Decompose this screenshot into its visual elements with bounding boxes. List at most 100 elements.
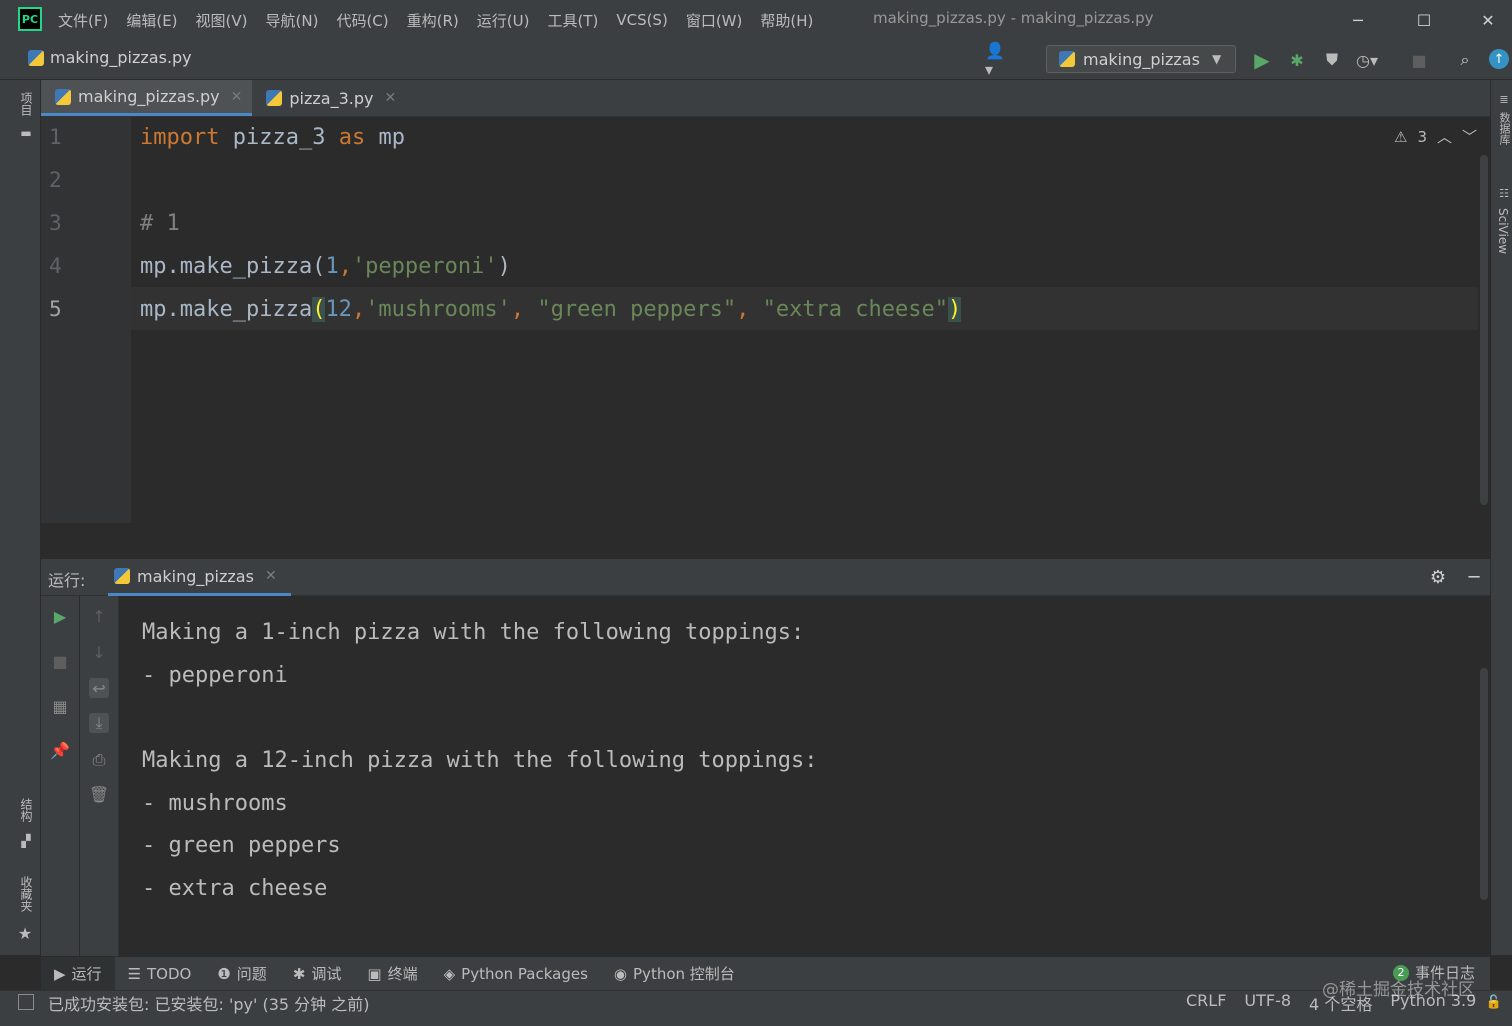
watermark: @稀土掘金技术社区 [1322, 980, 1475, 1000]
pin-icon[interactable]: 📌 [50, 740, 70, 760]
console-line: - extra cheese [142, 876, 328, 901]
hide-panel-icon[interactable]: ─ [1463, 566, 1485, 588]
info-icon: ❶ [217, 964, 231, 983]
rerun-icon[interactable]: ▶ [50, 606, 70, 626]
project-tool-button[interactable]: 项目 [18, 92, 35, 116]
coverage-icon[interactable]: ⛊ [1321, 49, 1343, 71]
pycharm-logo-icon: PC [18, 7, 42, 31]
star-icon: ★ [17, 923, 33, 943]
list-icon: ☰ [127, 964, 142, 983]
profile-icon[interactable]: ◷▾ [1356, 49, 1378, 71]
editor-tabs: making_pizzas.py ✕ pizza_3.py ✕ [41, 80, 1490, 117]
code-area[interactable]: import pizza_3 as mp # 1 mp.make_pizza(1… [131, 117, 1471, 523]
menu-navigate[interactable]: 导航(N) [266, 10, 328, 31]
tool-tab-todo[interactable]: ☰ TODO [115, 957, 205, 990]
left-tool-stripe [0, 80, 41, 955]
line-number: 5 [49, 297, 62, 321]
tool-tab-run[interactable]: ▶ 运行 [41, 957, 115, 990]
run-panel-label: 运行: [48, 571, 86, 590]
encoding-widget[interactable]: UTF-8 [1244, 991, 1291, 1015]
run-tab-label: making_pizzas [137, 566, 254, 586]
menu-edit[interactable]: 编辑(E) [126, 10, 186, 31]
trash-icon[interactable]: 🗑 [89, 784, 109, 804]
line-number: 1 [49, 125, 62, 149]
menu-window[interactable]: 窗口(W) [686, 10, 752, 31]
structure-tool-button[interactable]: 结构 [18, 798, 35, 822]
bottom-tool-tabs: ▶ 运行 ☰ TODO ❶ 问题 ✱ 调试 ▣ 终端 ◈ Python Packages ◉… [41, 957, 1490, 990]
tool-tab-terminal[interactable]: ▣ 终端 [354, 957, 430, 990]
run-icon[interactable]: ▶ [1251, 48, 1273, 72]
console-line: Making a 12-inch pizza with the followin… [142, 748, 818, 773]
code-line-5: mp.make_pizza(12,'mushrooms', "green pep… [140, 297, 962, 322]
code-line-4: mp.make_pizza(1,'pepperoni') [140, 254, 511, 279]
scroll-to-end-icon[interactable]: ⤓ [89, 713, 109, 733]
close-tab-icon[interactable]: ✕ [265, 568, 277, 584]
run-console[interactable]: Making a 1-inch pizza with the following… [119, 596, 1490, 956]
tab-label: making_pizzas.py [78, 87, 220, 106]
tool-tab-python-console[interactable]: ◉ Python 控制台 [601, 957, 748, 990]
print-icon[interactable]: ⎙ [89, 750, 109, 770]
run-left-toolbar: ▶ ■ ▦ 📌 [41, 596, 79, 956]
tool-tab-debug[interactable]: ✱ 调试 [280, 957, 355, 990]
line-number: 4 [49, 254, 62, 278]
search-icon[interactable]: ⌕ [1454, 49, 1476, 71]
console-line: - mushrooms [142, 791, 288, 816]
python-file-icon [55, 88, 71, 105]
stop-icon[interactable]: ■ [50, 651, 70, 671]
line-separator-widget[interactable]: CRLF [1186, 991, 1226, 1015]
console-line: Making a 1-inch pizza with the following… [142, 620, 805, 645]
arrow-down-icon[interactable]: ↓ [89, 642, 109, 662]
menu-run[interactable]: 运行(U) [477, 10, 539, 31]
inspection-widget[interactable]: ⚠ 3 ︿ ﹀ [1394, 126, 1477, 147]
database-icon: ≣ [1499, 92, 1509, 106]
gear-icon[interactable]: ⚙ [1427, 566, 1449, 588]
maximize-icon[interactable]: ☐ [1404, 6, 1444, 34]
run-tab-making-pizzas[interactable]: making_pizzas ✕ [108, 559, 291, 596]
tab-making-pizzas[interactable]: making_pizzas.py ✕ [41, 80, 253, 116]
tab-pizza-3[interactable]: pizza_3.py ✕ [252, 80, 406, 116]
minimize-icon[interactable]: ─ [1338, 6, 1378, 34]
database-tool-button[interactable]: 数据库 [1496, 112, 1512, 145]
menu-vcs[interactable]: VCS(S) [616, 11, 676, 29]
breadcrumb[interactable]: making_pizzas.py [28, 48, 192, 67]
soft-wrap-icon[interactable]: ↩ [89, 678, 109, 698]
tool-tab-problems[interactable]: ❶ 问题 [204, 957, 279, 990]
panel-toggle-icon[interactable] [18, 994, 34, 1010]
sciview-tool-button[interactable]: SciView [1496, 208, 1510, 254]
arrow-up-icon[interactable]: ↑ [89, 606, 109, 626]
python-config-icon [114, 568, 130, 584]
run-right-toolbar: ↑ ↓ ↩ ⤓ ⎙ 🗑 [80, 596, 119, 956]
console-line: - green peppers [142, 833, 341, 858]
favorites-tool-button[interactable]: 收藏夹 [18, 876, 35, 912]
lock-icon[interactable]: 🔓 [1486, 994, 1502, 1010]
chevron-up-icon[interactable]: ︿ [1437, 126, 1452, 147]
menu-file[interactable]: 文件(F) [58, 10, 117, 31]
menu-tools[interactable]: 工具(T) [547, 10, 607, 31]
editor-scrollbar[interactable] [1480, 155, 1488, 505]
menu-code[interactable]: 代码(C) [336, 10, 397, 31]
layout-icon[interactable]: ▦ [50, 696, 70, 716]
stop-icon[interactable]: ■ [1408, 49, 1430, 71]
console-scrollbar[interactable] [1480, 668, 1488, 900]
warning-icon: ⚠ [1394, 127, 1408, 146]
python-config-icon [1059, 51, 1075, 67]
breadcrumb-file[interactable]: making_pizzas.py [50, 48, 192, 67]
tool-tab-python-packages[interactable]: ◈ Python Packages [431, 957, 601, 990]
debug-icon[interactable]: ✱ [1286, 49, 1308, 71]
tab-label: pizza_3.py [289, 88, 374, 108]
code-line-3: # 1 [140, 211, 180, 236]
run-config-select[interactable]: making_pizzas ▼ [1046, 45, 1236, 73]
status-message[interactable]: 已成功安装包: 已安装包: 'py' (35 分钟 之前) [48, 991, 369, 1015]
menu-view[interactable]: 视图(V) [196, 10, 257, 31]
close-tab-icon[interactable]: ✕ [231, 89, 243, 105]
update-icon[interactable]: ↑ [1489, 49, 1509, 69]
line-gutter: 1 2 3 4 5 [41, 117, 132, 523]
menu-refactor[interactable]: 重构(R) [407, 10, 468, 31]
close-tab-icon[interactable]: ✕ [384, 90, 396, 106]
bug-icon: ✱ [292, 964, 306, 983]
python-console-icon: ◉ [613, 964, 628, 983]
user-icon[interactable]: 👤▾ [985, 41, 1007, 79]
menu-help[interactable]: 帮助(H) [760, 10, 822, 31]
chevron-down-icon[interactable]: ﹀ [1462, 126, 1477, 147]
close-window-icon[interactable]: ✕ [1468, 6, 1508, 34]
